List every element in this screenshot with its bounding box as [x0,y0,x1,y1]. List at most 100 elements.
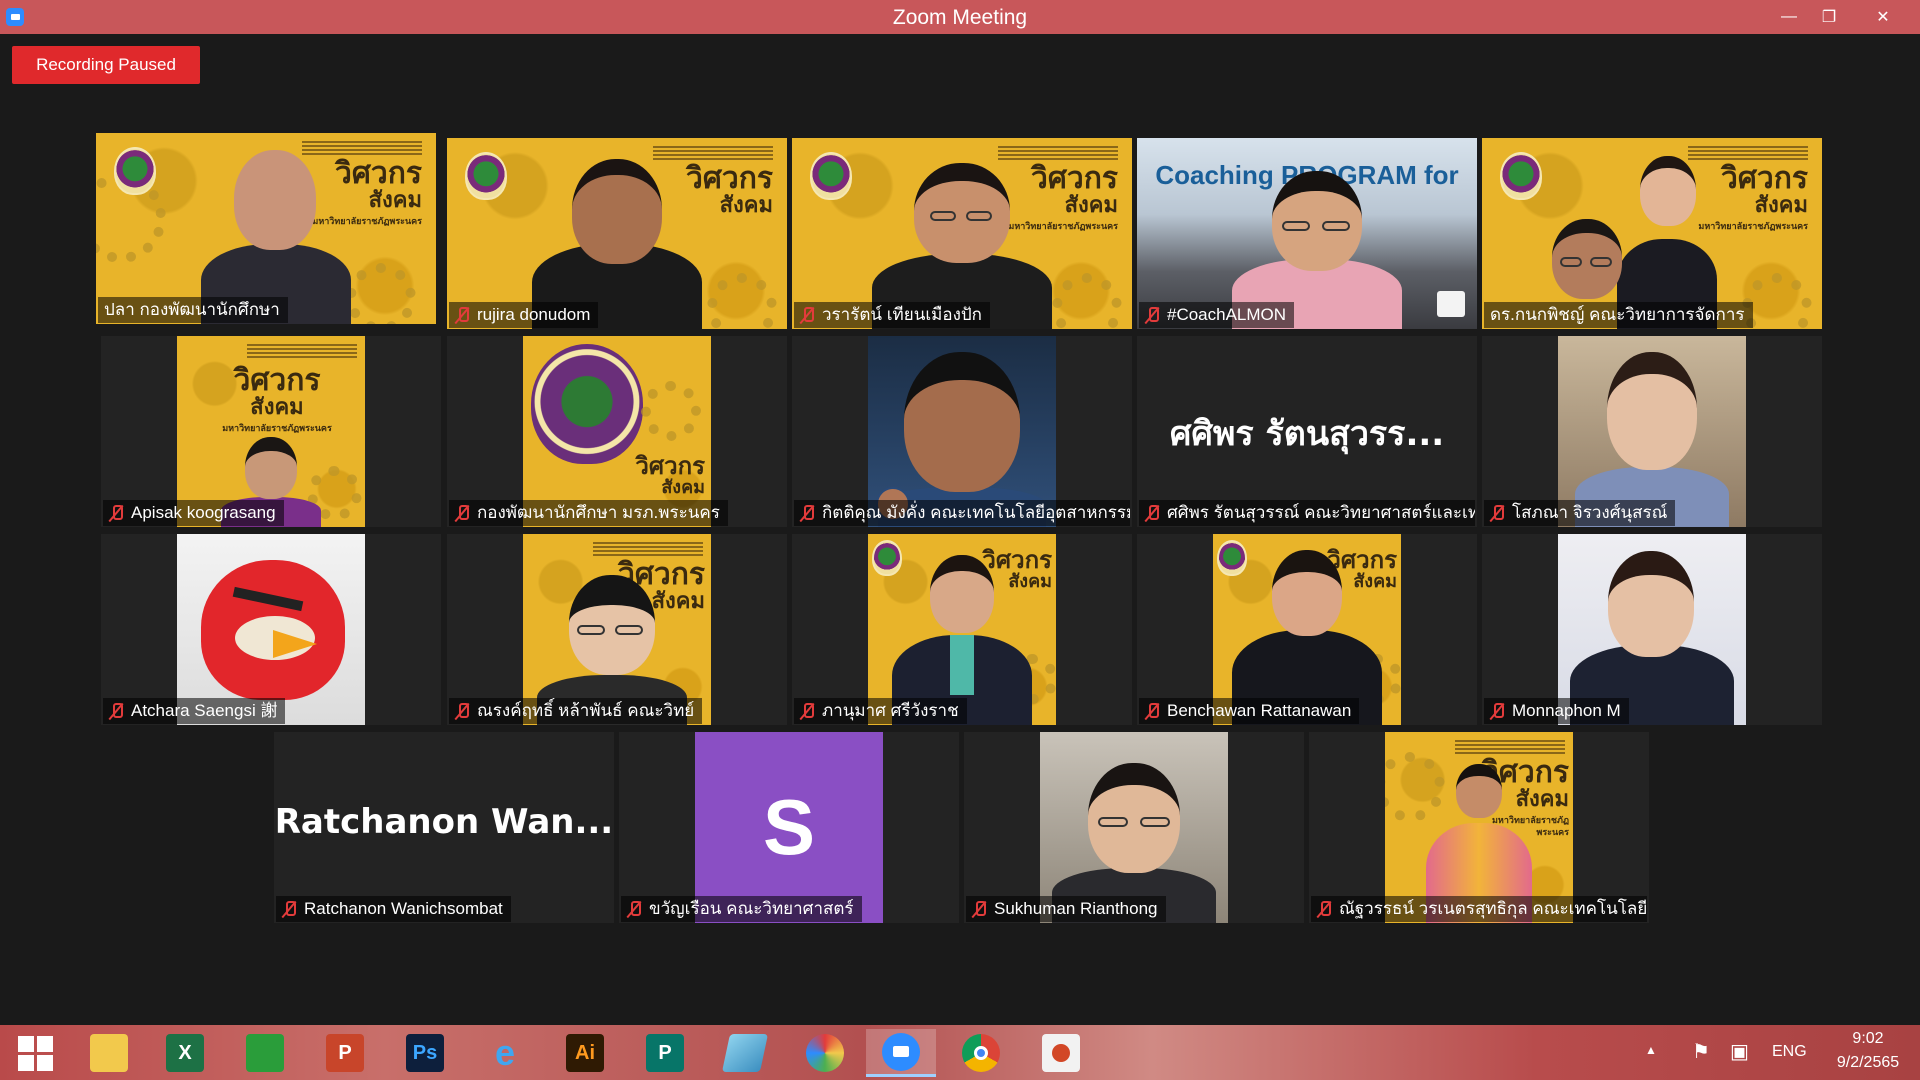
video-tile[interactable]: Coaching PROGRAM for er #CoachALMON [1137,138,1477,329]
taskbar-store[interactable] [230,1029,300,1077]
internet-explorer-icon: e [494,1032,516,1073]
excel-icon: X [166,1034,204,1072]
mic-muted-icon [1145,702,1159,720]
mic-muted-icon [800,504,814,522]
mic-muted-icon [455,504,469,522]
network-icon[interactable]: ▣ [1730,1039,1749,1064]
mic-muted-icon [627,900,641,918]
mic-muted-icon [972,900,986,918]
participant-video: วิศวกร สังคม [1213,534,1401,725]
participant-name-placeholder: Ratchanon Wan... [274,802,614,842]
taskbar-zoom[interactable] [866,1029,936,1077]
video-tile[interactable]: วิศวกร สังคม มหาวิทยาลัยราชภัฏพระนคร ปลา… [96,133,436,324]
video-tile[interactable]: Atchara Saengsi 謝 [101,534,441,725]
mic-muted-icon [1490,504,1504,522]
participant-video [1040,732,1228,923]
mic-muted-icon [282,900,296,918]
video-tile[interactable]: วิศวกร สังคม มหาวิทยาลัยราชภัฏพระนคร ณัฐ… [1309,732,1649,923]
notepad-icon [721,1034,769,1072]
mic-muted-icon [109,504,123,522]
powerpoint-icon: P [326,1034,364,1072]
photoshop-icon: Ps [406,1034,444,1072]
clock-time[interactable]: 9:02 [1832,1030,1904,1048]
mic-muted-icon [800,306,814,324]
participant-video [1558,534,1746,725]
participant-name: Atchara Saengsi 謝 [103,698,286,724]
video-tile[interactable]: วิศวกร สังคม มหาวิทยาลัยราชภัฏพระนคร วรา… [792,138,1132,329]
publisher-icon: P [646,1034,684,1072]
chrome-icon [962,1034,1000,1072]
video-tile[interactable]: วิศวกร สังคม rujira donudom [447,138,787,329]
close-button[interactable]: ✕ [1856,0,1910,34]
participant-name: Benchawan Rattanawan [1139,698,1360,724]
video-tile[interactable]: Monnaphon M [1482,534,1822,725]
video-tile[interactable]: กิตติคุณ มังคั่ง คณะเทคโนโลยีอุตสาหกรรม [792,336,1132,527]
participant-name: Monnaphon M [1484,698,1629,724]
university-seal [114,147,156,195]
participant-name: #CoachALMON [1139,302,1295,328]
store-icon [246,1034,284,1072]
video-tile[interactable]: S ขวัญเรือน คณะวิทยาศาสตร์ [619,732,959,923]
video-tile[interactable]: Sukhuman Rianthong [964,732,1304,923]
tray-overflow-chevron-icon[interactable]: ▲ [1645,1043,1657,1057]
video-tile[interactable]: วิศวกร สังคม ณรงค์ฤทธิ์ หล้าพันธ์ คณะวิท… [447,534,787,725]
participant-name: ปลา กองพัฒนานักศึกษา [98,297,288,323]
game-lab-logo [1437,291,1465,317]
taskbar-excel[interactable]: X [150,1029,220,1077]
video-tile[interactable]: Ratchanon Wan... Ratchanon Wanichsombat [274,732,614,923]
mic-muted-icon [455,306,469,324]
video-tile[interactable]: โสภณา จิรวงศ์นุสรณ์ [1482,336,1822,527]
windows-taskbar: X P Ps e Ai P ▲ ⚑ ▣ ENG 9:02 9/2/2565 [0,1025,1920,1080]
participant-video: วิศวกร สังคม มหาวิทยาลัยราชภัฏพระนคร [177,336,365,527]
action-center-flag-icon[interactable]: ⚑ [1692,1039,1710,1064]
taskbar-powerpoint[interactable]: P [310,1029,380,1077]
taskbar-notepad[interactable] [710,1029,780,1077]
participant-video [1558,336,1746,527]
taskbar-photoscape[interactable] [790,1029,860,1077]
taskbar-photoshop[interactable]: Ps [390,1029,460,1077]
video-tile[interactable]: วิศวกร สังคม มหาวิทยาลัยราชภัฏพระนคร Api… [101,336,441,527]
mic-muted-icon [455,702,469,720]
restore-button[interactable]: ❐ [1802,0,1856,34]
participant-name: กิตติคุณ มังคั่ง คณะเทคโนโลยีอุตสาหกรรม [794,500,1130,526]
photoscape-icon [806,1034,844,1072]
participant-name: โสภณา จิรวงศ์นุสรณ์ [1484,500,1676,526]
participant-video: วิศวกร สังคม [868,534,1056,725]
video-tile[interactable]: วิศวกร สังคม ภานุมาศ ศรีวังราช [792,534,1132,725]
taskbar-illustrator[interactable]: Ai [550,1029,620,1077]
video-tile[interactable]: วิศวกร สังคม มหาวิทยาลัยราชภัฏพระนคร ดร.… [1482,138,1822,329]
participant-video: วิศวกร สังคม มหาวิทยาลัยราชภัฏพระนคร [1385,732,1573,923]
windows-start-button[interactable] [0,1029,70,1077]
clock-date[interactable]: 9/2/2565 [1828,1054,1908,1072]
university-seal [531,344,643,464]
video-tile[interactable]: ศศิพร รัตนสุวรร... ศศิพร รัตนสุวรรณ์ คณะ… [1137,336,1477,527]
video-tile[interactable]: วิศวกร สังคม กองพัฒนานักศึกษา มรภ.พระนคร [447,336,787,527]
participant-video [177,534,365,725]
participant-avatar: S [695,732,883,923]
windows-logo-icon [17,1035,53,1071]
folder-icon [90,1034,128,1072]
zoom-icon [882,1032,920,1071]
participant-name: Apisak koograsang [103,500,284,526]
participant-name: Sukhuman Rianthong [966,896,1166,922]
mic-muted-icon [1145,306,1159,324]
taskbar-file-explorer[interactable] [74,1029,144,1077]
language-indicator[interactable]: ENG [1772,1043,1807,1061]
participant-video: Coaching PROGRAM for er [1137,138,1477,329]
mic-muted-icon [1317,900,1331,918]
taskbar-office-lens[interactable] [1026,1029,1096,1077]
mic-muted-icon [1490,702,1504,720]
recording-paused-badge[interactable]: Recording Paused [12,46,200,84]
participant-video: วิศวกร สังคม [447,138,787,329]
taskbar-publisher[interactable]: P [630,1029,700,1077]
mic-muted-icon [800,702,814,720]
window-titlebar: Zoom Meeting — ❐ ✕ [0,0,1920,34]
taskbar-chrome[interactable] [946,1029,1016,1077]
participant-video: วิศวกร สังคม [523,534,711,725]
participant-video: วิศวกร สังคม มหาวิทยาลัยราชภัฏพระนคร [96,133,436,324]
participant-video: วิศวกร สังคม มหาวิทยาลัยราชภัฏพระนคร [1482,138,1822,329]
taskbar-internet-explorer[interactable]: e [470,1029,540,1077]
window-title: Zoom Meeting [892,6,1028,29]
participant-name: กองพัฒนานักศึกษา มรภ.พระนคร [449,500,728,526]
video-tile[interactable]: วิศวกร สังคม Benchawan Rattanawan [1137,534,1477,725]
